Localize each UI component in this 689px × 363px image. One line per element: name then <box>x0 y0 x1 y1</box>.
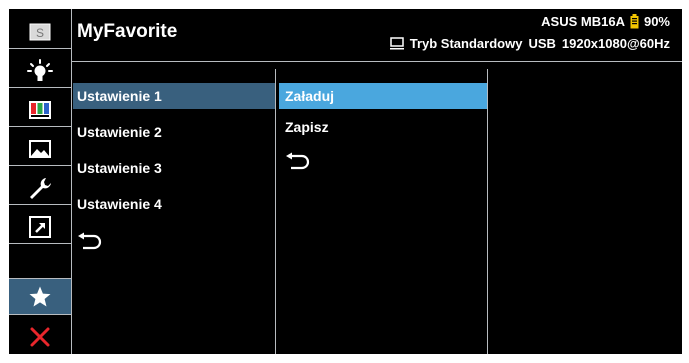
resolution: 1920x1080@60Hz <box>561 36 670 51</box>
sidebar: S <box>9 9 71 354</box>
sidebar-separator-5 <box>9 204 71 205</box>
system-setup-icon <box>27 175 53 201</box>
list-item-ustawienie-4[interactable]: Ustawienie 4 <box>73 191 275 217</box>
back-button[interactable] <box>73 229 275 255</box>
back-button-2[interactable] <box>279 149 487 175</box>
load-button[interactable]: Załaduj <box>279 83 487 109</box>
header-divider <box>71 61 682 62</box>
list-item-ustawienie-2[interactable]: Ustawienie 2 <box>73 119 275 145</box>
sidebar-item-system-setup[interactable] <box>9 170 71 205</box>
display-mode: Tryb Standardowy <box>409 36 523 51</box>
splendid-icon: S <box>29 23 51 41</box>
column-divider-2 <box>487 69 488 354</box>
sidebar-item-color[interactable] <box>9 92 71 127</box>
sidebar-item-myfavorite[interactable] <box>9 279 71 314</box>
back-arrow-icon <box>285 152 311 172</box>
sidebar-item-image[interactable] <box>9 131 71 166</box>
page-title: MyFavorite <box>77 21 178 42</box>
sidebar-separator-7 <box>9 278 71 279</box>
list-item-ustawienie-1[interactable]: Ustawienie 1 <box>73 83 275 109</box>
display-mode-icon <box>389 37 404 50</box>
sidebar-separator-1 <box>9 48 71 49</box>
sidebar-item-exit[interactable] <box>9 319 71 354</box>
shortcut-icon <box>28 215 52 239</box>
column-divider-1 <box>275 69 276 354</box>
save-button[interactable]: Zapisz <box>279 114 487 140</box>
sidebar-separator-6 <box>9 243 71 244</box>
list-item-ustawienie-3[interactable]: Ustawienie 3 <box>73 155 275 181</box>
blue-light-filter-icon <box>27 58 53 84</box>
sidebar-item-shortcut[interactable] <box>9 209 71 244</box>
sidebar-item-splendid[interactable]: S <box>9 14 71 49</box>
header-info-bottom: Tryb Standardowy USB 1920x1080@60Hz <box>389 36 670 51</box>
sidebar-separator-3 <box>9 126 71 127</box>
osd-menu: S MyFavorite ASUS MB16A 90% Tryb Standar… <box>9 9 682 354</box>
battery-icon <box>630 14 639 29</box>
input-source: USB <box>528 36 556 51</box>
battery-level: 90% <box>643 14 670 29</box>
sidebar-item-blue-light-filter[interactable] <box>9 53 71 88</box>
sidebar-separator-8 <box>9 314 71 315</box>
myfavorite-star-icon <box>28 285 52 309</box>
sidebar-separator-4 <box>9 165 71 166</box>
color-icon <box>28 100 52 120</box>
svg-text:S: S <box>36 26 44 40</box>
image-icon <box>28 139 52 159</box>
monitor-model: ASUS MB16A <box>541 14 625 29</box>
exit-icon <box>29 326 51 348</box>
sidebar-separator-2 <box>9 87 71 88</box>
header-info-top: ASUS MB16A 90% <box>541 14 670 29</box>
back-arrow-icon <box>77 232 103 252</box>
